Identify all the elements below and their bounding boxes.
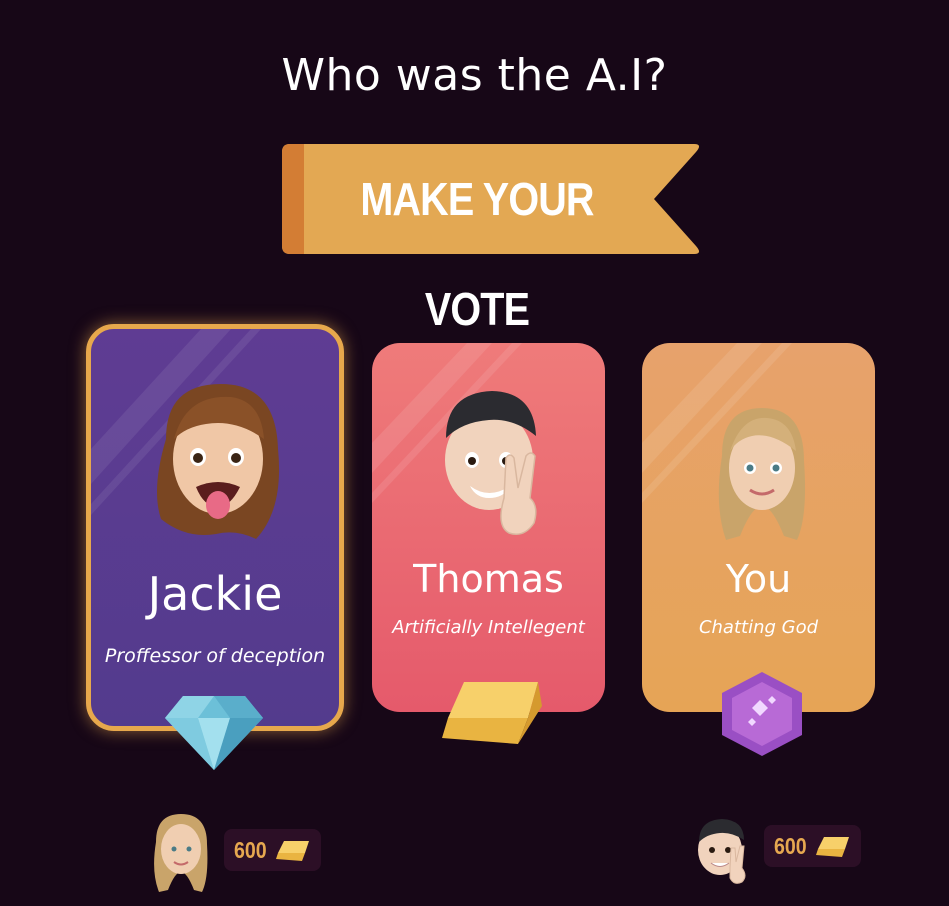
card-name: Jackie — [147, 567, 283, 621]
diamond-icon — [165, 696, 263, 770]
thomas-avatar — [445, 391, 537, 535]
score-value: 600 — [774, 833, 807, 859]
score-pill: 600 — [764, 825, 861, 867]
vote-card-thomas[interactable]: Thomas Artificially Intellegent — [372, 343, 605, 712]
vote-card-you[interactable]: You Chatting God — [642, 343, 875, 712]
card-role: Chatting God — [698, 617, 819, 638]
girl-avatar — [154, 814, 208, 892]
card-role: Proffessor of deception — [104, 645, 326, 667]
score-value: 600 — [234, 837, 267, 863]
vote-card-jackie[interactable]: Jackie Proffessor of deception — [86, 324, 344, 731]
gold-bar-icon — [276, 841, 309, 861]
card-name: Thomas — [413, 557, 564, 601]
jackie-avatar — [157, 384, 280, 539]
gold-bar-icon — [816, 837, 849, 857]
page-title: Who was the A.I? — [281, 50, 668, 101]
gold-bar-icon — [442, 682, 542, 744]
make-vote-banner: MAKE YOUR VOTE — [282, 144, 703, 335]
score-row-girl: 600 — [150, 812, 330, 892]
banner-label: MAKE YOUR VOTE — [360, 173, 594, 335]
purple-gem-icon — [722, 672, 802, 756]
card-role: Artificially Intellegent — [392, 617, 585, 638]
card-name: You — [725, 557, 792, 601]
boy-avatar — [698, 819, 746, 884]
you-avatar — [718, 408, 806, 540]
score-pill: 600 — [224, 829, 321, 871]
score-row-boy: 600 — [694, 818, 874, 888]
